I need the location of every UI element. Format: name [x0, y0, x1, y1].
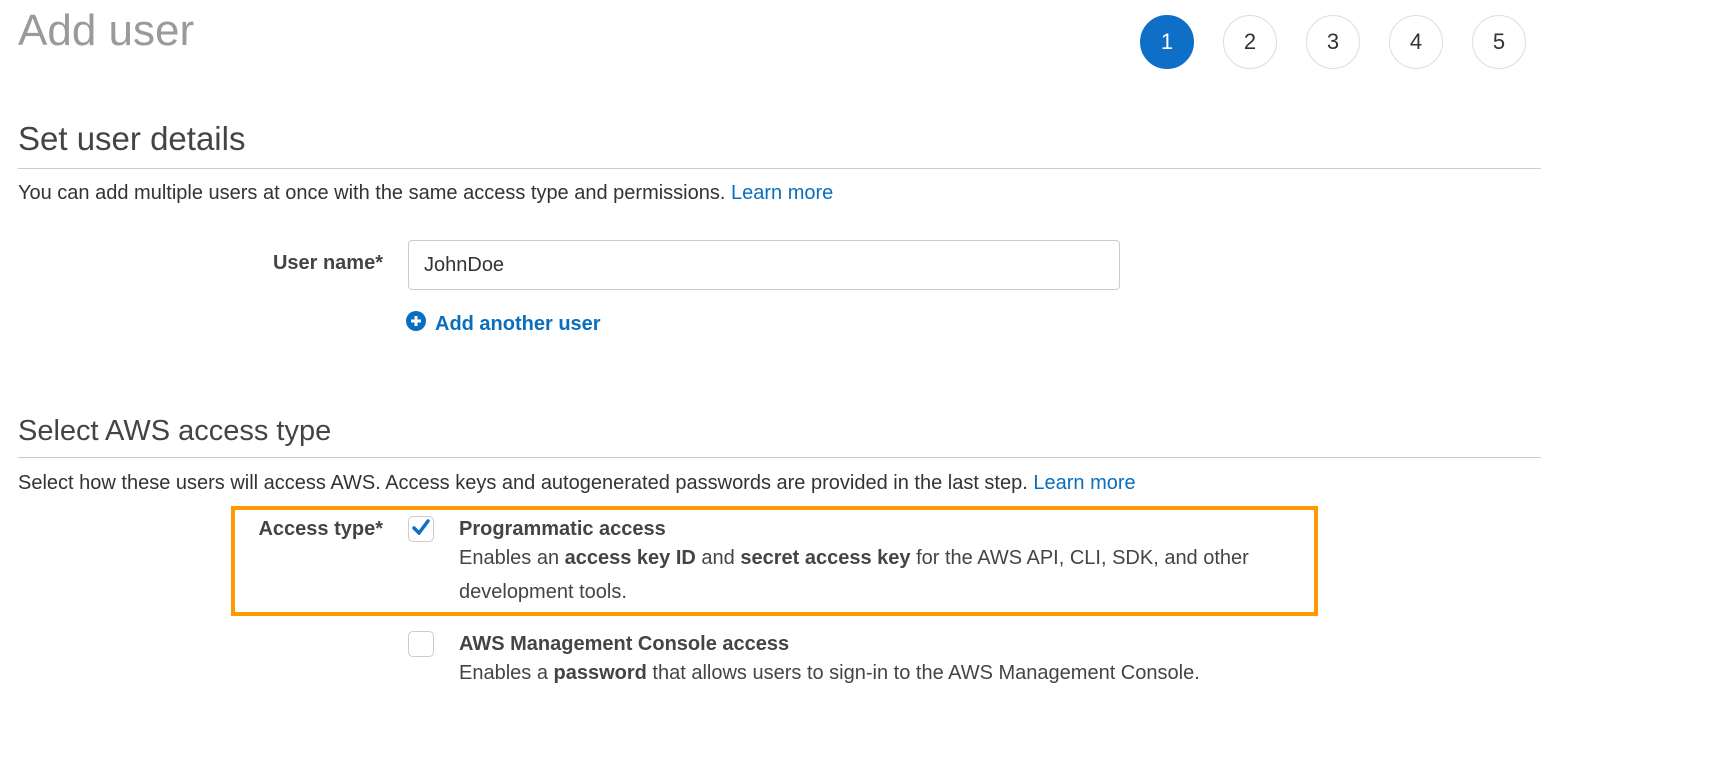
option-title: AWS Management Console access [459, 633, 790, 655]
option-description: Enables an access key ID and secret acce… [459, 547, 1249, 603]
programmatic-access-option: Programmatic access Enables an access ke… [459, 518, 1329, 609]
section-heading-user-details: Set user details [18, 120, 246, 157]
add-another-user-label: Add another user [435, 312, 601, 335]
option-description: Enables a password that allows users to … [459, 662, 1200, 684]
user-details-description: You can add multiple users at once with … [18, 182, 833, 205]
learn-more-link[interactable]: Learn more [1033, 472, 1135, 494]
programmatic-access-checkbox[interactable] [408, 516, 434, 542]
learn-more-link[interactable]: Learn more [731, 182, 833, 204]
step-5[interactable]: 5 [1472, 15, 1526, 69]
option-title: Programmatic access [459, 518, 666, 540]
step-2[interactable]: 2 [1223, 15, 1277, 69]
page-title: Add user [18, 6, 195, 55]
divider [18, 457, 1541, 458]
access-type-label: Access type* [258, 518, 383, 540]
add-another-user-link[interactable]: Add another user [406, 311, 601, 337]
step-3[interactable]: 3 [1306, 15, 1360, 69]
console-access-checkbox[interactable] [408, 631, 434, 657]
divider [18, 168, 1541, 169]
console-access-option: AWS Management Console access Enables a … [459, 633, 1459, 690]
description-text: You can add multiple users at once with … [18, 182, 726, 204]
checkmark-icon [412, 518, 430, 540]
description-text: Select how these users will access AWS. … [18, 472, 1028, 494]
step-4[interactable]: 4 [1389, 15, 1443, 69]
user-name-label: User name* [272, 252, 383, 274]
section-heading-access-type: Select AWS access type [18, 415, 332, 447]
access-type-description: Select how these users will access AWS. … [18, 472, 1136, 495]
user-name-input[interactable] [408, 240, 1120, 290]
plus-circle-icon [406, 311, 426, 337]
step-1[interactable]: 1 [1140, 15, 1194, 69]
